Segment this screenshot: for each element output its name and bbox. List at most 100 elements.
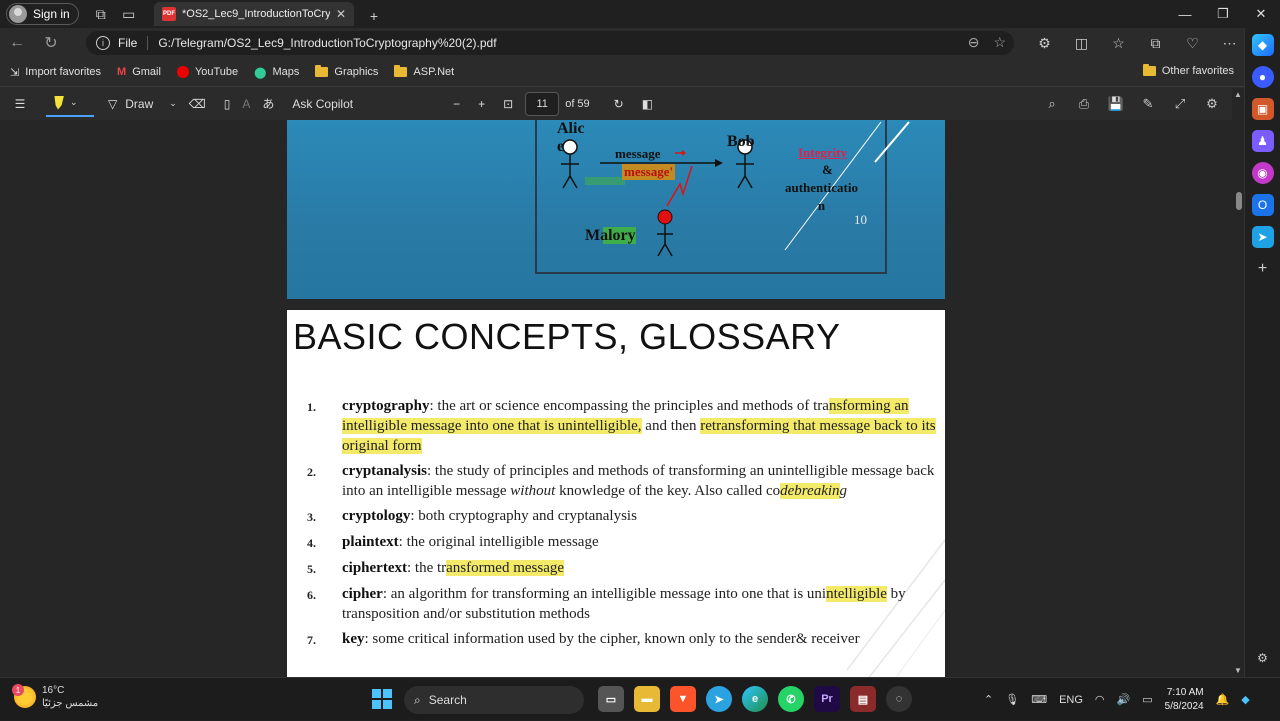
minimize-icon[interactable]: — [1166,0,1204,28]
slide-page-10: Alic e Bob message message' Malory Integ… [287,120,945,299]
url-text[interactable]: G:/Telegram/OS2_Lec9_IntroductionToCrypt… [158,36,496,50]
chevron-down-icon[interactable]: ⌄ [169,98,177,109]
page-number-input[interactable]: 11 [525,91,560,116]
search-icon[interactable]: ⌕ [1036,87,1068,121]
extensions-icon[interactable]: ⚙ [1026,28,1063,58]
tab-pdf[interactable]: PDF *OS2_Lec9_IntroductionToCryptography… [154,2,354,26]
item-text: : an algorithm for transforming an intel… [382,586,827,602]
new-tab-icon[interactable]: + [360,2,388,30]
scroll-thumb[interactable] [1236,192,1242,210]
chevron-down-icon[interactable]: ⌄ [70,97,78,108]
edge-icon[interactable]: e [742,686,768,712]
collections-icon[interactable]: ⧉ [1137,28,1174,58]
zoom-in-icon[interactable]: + [472,87,491,121]
draw-button[interactable]: ▽ Draw ⌄ [102,87,183,121]
notifications-icon[interactable]: 🔔 [1216,693,1230,706]
fav-gmail[interactable]: M Gmail [117,66,161,78]
whatsapp-icon[interactable]: ✆ [778,686,804,712]
page-view-icon[interactable]: ◧ [636,87,659,121]
chevron-up-icon[interactable]: ⌃ [984,693,993,706]
winrar-icon[interactable]: ▤ [850,686,876,712]
weather-widget[interactable]: 1 16°C مشمس جزئيًا [12,684,98,710]
task-view-icon[interactable]: ▭ [598,686,624,712]
read-aloud-icon[interactable]: A [236,87,256,121]
fullscreen-icon[interactable]: ⤢ [1164,87,1196,121]
fav-youtube[interactable]: YouTube [176,66,238,78]
item-text: : some critical information used by the … [364,631,860,647]
pdf-viewer[interactable]: Alic e Bob message message' Malory Integ… [0,120,1244,677]
copilot-icon[interactable]: ◆ [1251,34,1274,56]
maximize-icon[interactable]: ❐ [1204,0,1242,28]
sidebar-settings-icon[interactable]: ⚙ [1252,647,1274,669]
zoom-out-icon[interactable]: − [447,87,466,121]
battery-icon[interactable]: ▭ [1142,693,1152,706]
telegram-icon[interactable]: ➤ [706,686,732,712]
omnibox[interactable]: i File G:/Telegram/OS2_Lec9_Introduction… [86,31,1014,55]
premiere-icon[interactable]: Pr [814,686,840,712]
tab-actions-icon[interactable]: ▭ [115,0,143,28]
start-button[interactable] [372,689,392,709]
favorites-bar: ⇲ Import favorites M Gmail YouTube ⬤ Map… [0,58,1244,86]
outlook-icon[interactable]: O [1251,194,1274,216]
favorites-icon[interactable]: ☆ [1100,28,1137,58]
health-icon[interactable]: ♡ [1174,28,1211,58]
m365-icon[interactable]: ◉ [1251,162,1274,184]
sidebar-app-icon[interactable]: ● [1251,66,1274,88]
shopping-icon[interactable]: ▣ [1251,98,1274,120]
search-label: Search [428,693,467,707]
eraser-icon[interactable]: ⌫ [183,87,212,121]
back-icon[interactable]: ← [0,28,34,58]
fav-label: Graphics [334,66,379,78]
title-bar: Sign in ⧉ ▭ PDF *OS2_Lec9_IntroductionTo… [0,0,1280,28]
save-icon[interactable]: 💾 [1100,87,1132,121]
translate-icon[interactable]: あ [256,87,280,121]
workspaces-icon[interactable]: ⧉ [87,0,115,28]
taskbar-search[interactable]: ⌕ Search [404,686,584,714]
import-favorites[interactable]: ⇲ Import favorites [10,66,101,79]
rotate-icon[interactable]: ↻ [608,87,630,121]
add-icon[interactable]: + [1252,258,1274,280]
clock[interactable]: 7:10 AM 5/8/2024 [1165,686,1204,714]
item-text: : the tr [406,560,447,576]
more-icon[interactable]: ⋯ [1211,28,1248,58]
text-view-icon[interactable]: ▯ [218,87,237,121]
wifi-icon[interactable]: ◠ [1095,693,1105,706]
split-screen-icon[interactable]: ◫ [1063,28,1100,58]
info-icon[interactable]: i [96,36,110,50]
other-favorites-label: Other favorites [1161,65,1234,77]
print-icon[interactable]: ⎙ [1068,87,1100,121]
scroll-down-icon[interactable]: ▼ [1234,666,1242,675]
contents-icon[interactable]: ☰ [0,87,40,121]
file-explorer-icon[interactable]: ▬ [634,686,660,712]
language-indicator[interactable]: ENG [1059,694,1083,706]
volume-icon[interactable]: 🔊 [1117,693,1131,706]
other-favorites[interactable]: Other favorites [1142,64,1234,77]
item-text: : the art or science encompassing the pr… [429,398,829,414]
microphone-icon[interactable]: 🎙 [1005,693,1019,706]
gmail-icon: M [117,66,127,78]
games-icon[interactable]: ♟ [1251,130,1274,152]
sign-in-button[interactable]: Sign in [6,3,79,25]
close-tab-icon[interactable]: ✕ [336,7,346,21]
scroll-up-icon[interactable]: ▲ [1234,90,1242,99]
app-icon[interactable]: ◌ [886,686,912,712]
fav-graphics[interactable]: Graphics [315,65,379,78]
item-text: g [839,483,848,499]
copilot-taskbar-icon[interactable]: ◆ [1241,693,1249,706]
vertical-scrollbar[interactable]: ▲ ▼ [1232,88,1244,677]
favorite-star-icon[interactable]: ☆ [993,34,1006,51]
send-icon[interactable]: ➤ [1251,226,1274,248]
ask-copilot-button[interactable]: Ask Copilot [286,87,359,121]
refresh-icon[interactable]: ↻ [34,28,68,58]
fit-page-icon[interactable]: ⊡ [497,87,519,121]
close-window-icon[interactable]: ✕ [1242,0,1280,28]
fav-maps[interactable]: ⬤ Maps [254,66,299,79]
zoom-icon[interactable]: ⊖ [968,34,980,51]
save-as-icon[interactable]: ✎ [1132,87,1164,121]
fav-aspnet[interactable]: ASP.Net [394,65,454,78]
settings-gear-icon[interactable]: ⚙ [1196,87,1228,121]
highlight-button[interactable]: ⌄ [46,91,94,117]
brave-icon[interactable]: ▼ [670,686,696,712]
item-term: cipher [342,586,383,602]
keyboard-icon[interactable]: ⌨ [1031,693,1047,706]
